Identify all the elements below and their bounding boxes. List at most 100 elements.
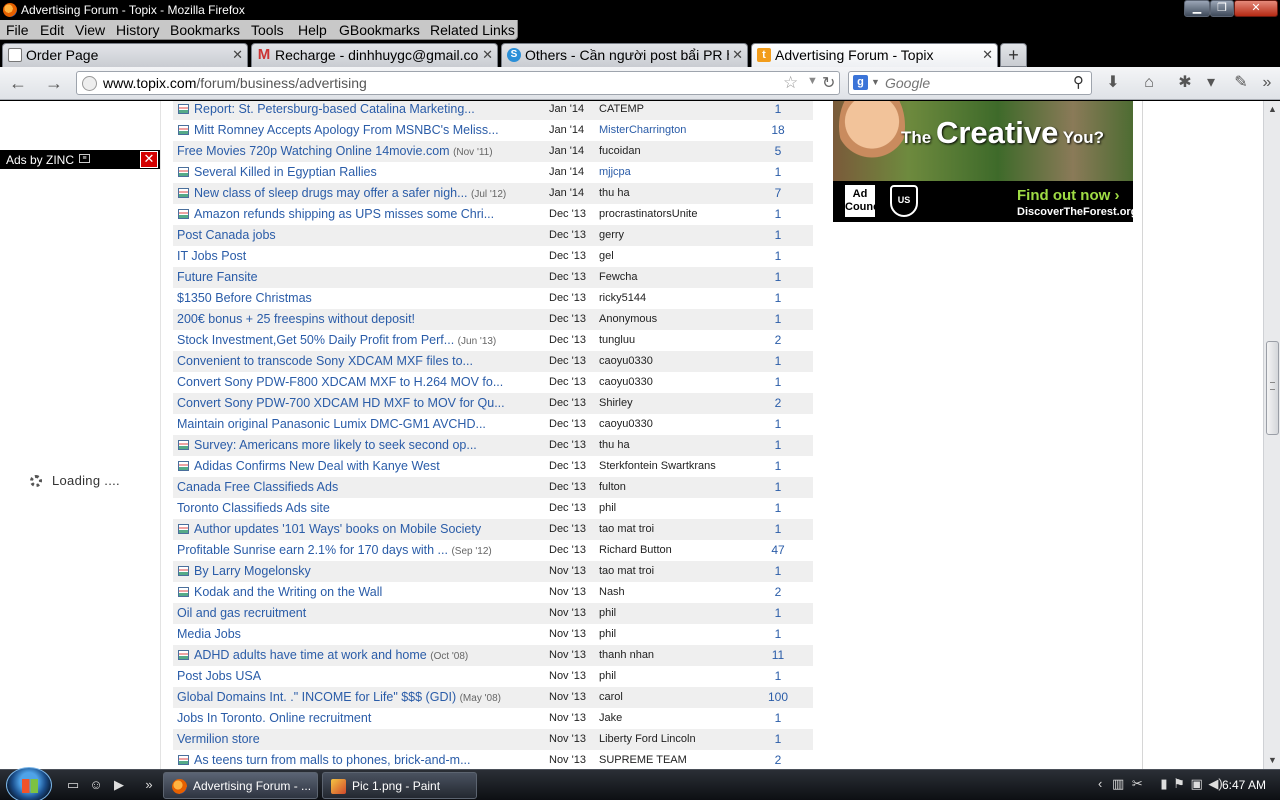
scroll-up-icon[interactable]: ▲ [1265, 101, 1280, 118]
topic-link[interactable]: Mitt Romney Accepts Apology From MSNBC's… [194, 123, 564, 137]
post-count[interactable]: 1 [749, 669, 807, 683]
close-window-button[interactable]: ✕ [1234, 0, 1278, 17]
google-icon[interactable]: g [853, 75, 868, 90]
post-count[interactable]: 1 [749, 291, 807, 305]
search-bar[interactable]: g ▼ ⚲ [848, 71, 1092, 95]
post-count[interactable]: 100 [749, 690, 807, 704]
show-desktop-icon[interactable]: ▭ [64, 777, 82, 793]
post-count[interactable]: 1 [749, 354, 807, 368]
post-count[interactable]: 2 [749, 333, 807, 347]
close-tab-icon[interactable]: ✕ [232, 47, 243, 63]
forward-button[interactable]: → [42, 72, 66, 94]
toolbar-overflow-icon[interactable]: » [1256, 73, 1278, 93]
menu-bookmarks[interactable]: Bookmarks [170, 22, 240, 38]
search-icon[interactable]: ⚲ [1073, 73, 1084, 91]
post-count[interactable]: 1 [749, 270, 807, 284]
ads-info-icon[interactable]: ≡ [79, 154, 90, 163]
post-count[interactable]: 18 [749, 123, 807, 137]
menu-gbookmarks[interactable]: GBookmarks [339, 22, 420, 38]
scroll-down-icon[interactable]: ▼ [1265, 752, 1280, 769]
search-input[interactable] [885, 74, 1065, 92]
scroll-thumb[interactable] [1266, 341, 1279, 435]
close-tab-icon[interactable]: ✕ [732, 47, 743, 63]
topic-link[interactable]: Adidas Confirms New Deal with Kanye West [194, 459, 564, 473]
taskbar-item-paint[interactable]: Pic 1.png - Paint [322, 772, 477, 799]
post-count[interactable]: 1 [749, 165, 807, 179]
topic-link[interactable]: IT Jobs Post [177, 249, 547, 263]
menu-tools[interactable]: Tools [251, 22, 284, 38]
topic-link[interactable]: 200€ bonus + 25 freespins without deposi… [177, 312, 547, 326]
post-count[interactable]: 5 [749, 144, 807, 158]
topic-link[interactable]: Post Jobs USA [177, 669, 547, 683]
topic-link[interactable]: Post Canada jobs [177, 228, 547, 242]
post-count[interactable]: 2 [749, 585, 807, 599]
site-identity-icon[interactable] [82, 76, 97, 91]
last-poster[interactable]: MisterCharrington [599, 124, 749, 136]
ads-close-button[interactable]: ✕ [140, 151, 158, 168]
tools-tray-icon[interactable]: ✂ [1132, 776, 1143, 791]
post-count[interactable]: 11 [749, 648, 807, 662]
topic-link[interactable]: Several Killed in Egyptian Rallies [194, 165, 564, 179]
topic-link[interactable]: ADHD adults have time at work and home (… [194, 648, 564, 662]
menu-view[interactable]: View [75, 22, 105, 38]
topic-link[interactable]: Jobs In Toronto. Online recruitment [177, 711, 547, 725]
tab-others[interactable]: S Others - Cần người post bẩi PR htÉ ✕ [501, 43, 748, 67]
topic-link[interactable]: Toronto Classifieds Ads site [177, 501, 547, 515]
menu-edit[interactable]: Edit [40, 22, 64, 38]
volume-icon[interactable]: ◀) [1208, 776, 1222, 791]
topic-link[interactable]: Amazon refunds shipping as UPS misses so… [194, 207, 564, 221]
post-count[interactable]: 1 [749, 375, 807, 389]
vertical-scrollbar[interactable]: ▲ ▼ [1263, 101, 1280, 769]
menu-help[interactable]: Help [298, 22, 327, 38]
topic-link[interactable]: Author updates '101 Ways' books on Mobil… [194, 522, 564, 536]
bookmark-star-icon[interactable]: ☆ [783, 73, 798, 93]
addon-icon[interactable]: ✱ [1174, 73, 1196, 93]
post-count[interactable]: 1 [749, 228, 807, 242]
close-tab-icon[interactable]: ✕ [482, 47, 493, 63]
media-player-icon[interactable]: ▶ [110, 777, 128, 793]
toolbar-dropdown-icon[interactable]: ▾ [1200, 73, 1222, 93]
post-count[interactable]: 1 [749, 438, 807, 452]
tab-order-page[interactable]: Order Page ✕ [2, 43, 248, 67]
topic-link[interactable]: Maintain original Panasonic Lumix DMC-GM… [177, 417, 547, 431]
last-poster[interactable]: mjjcpa [599, 166, 749, 178]
topic-link[interactable]: Survey: Americans more likely to seek se… [194, 438, 564, 452]
post-count[interactable]: 1 [749, 459, 807, 473]
topic-link[interactable]: Free Movies 720p Watching Online 14movie… [177, 144, 547, 158]
back-button[interactable]: ← [6, 72, 30, 94]
topic-link[interactable]: Convert Sony PDW-700 XDCAM HD MXF to MOV… [177, 396, 547, 410]
maximize-button[interactable]: ❐ [1210, 0, 1234, 17]
url-bar[interactable]: www.topix.com/forum/business/advertising… [76, 71, 840, 95]
ad-cta-link[interactable]: Find out now › [1017, 187, 1119, 204]
menu-file[interactable]: File [6, 22, 29, 38]
reload-icon[interactable]: ↻ [822, 73, 835, 93]
post-count[interactable]: 1 [749, 564, 807, 578]
search-engine-dropdown-icon[interactable]: ▼ [871, 77, 880, 87]
post-count[interactable]: 1 [749, 207, 807, 221]
tray-expand-icon[interactable]: ‹ [1098, 776, 1102, 791]
close-tab-icon[interactable]: ✕ [982, 47, 993, 63]
forest-ad-banner[interactable]: The Creative You? Ad Council US Find out… [833, 101, 1133, 222]
minimize-button[interactable]: ▁ [1184, 0, 1210, 17]
action-center-icon[interactable]: ⚑ [1173, 776, 1185, 791]
tools-icon[interactable]: ✎ [1230, 73, 1252, 93]
topic-link[interactable]: Convert Sony PDW-F800 XDCAM MXF to H.264… [177, 375, 547, 389]
post-count[interactable]: 1 [749, 102, 807, 116]
menu-history[interactable]: History [116, 22, 160, 38]
topic-link[interactable]: Canada Free Classifieds Ads [177, 480, 547, 494]
post-count[interactable]: 1 [749, 732, 807, 746]
topic-link[interactable]: Vermilion store [177, 732, 547, 746]
menu-related-links[interactable]: Related Links [430, 22, 515, 38]
monitor-icon[interactable]: ▣ [1190, 776, 1202, 791]
topic-link[interactable]: By Larry Mogelonsky [194, 564, 564, 578]
topic-link[interactable]: $1350 Before Christmas [177, 291, 547, 305]
topic-link[interactable]: Future Fansite [177, 270, 547, 284]
topic-link[interactable]: Global Domains Int. ." INCOME for Life" … [177, 690, 547, 704]
post-count[interactable]: 1 [749, 522, 807, 536]
post-count[interactable]: 47 [749, 543, 807, 557]
post-count[interactable]: 2 [749, 753, 807, 767]
post-count[interactable]: 1 [749, 501, 807, 515]
topic-link[interactable]: Kodak and the Writing on the Wall [194, 585, 564, 599]
topic-link[interactable]: As teens turn from malls to phones, bric… [194, 753, 564, 767]
topic-link[interactable]: Convenient to transcode Sony XDCAM MXF f… [177, 354, 547, 368]
